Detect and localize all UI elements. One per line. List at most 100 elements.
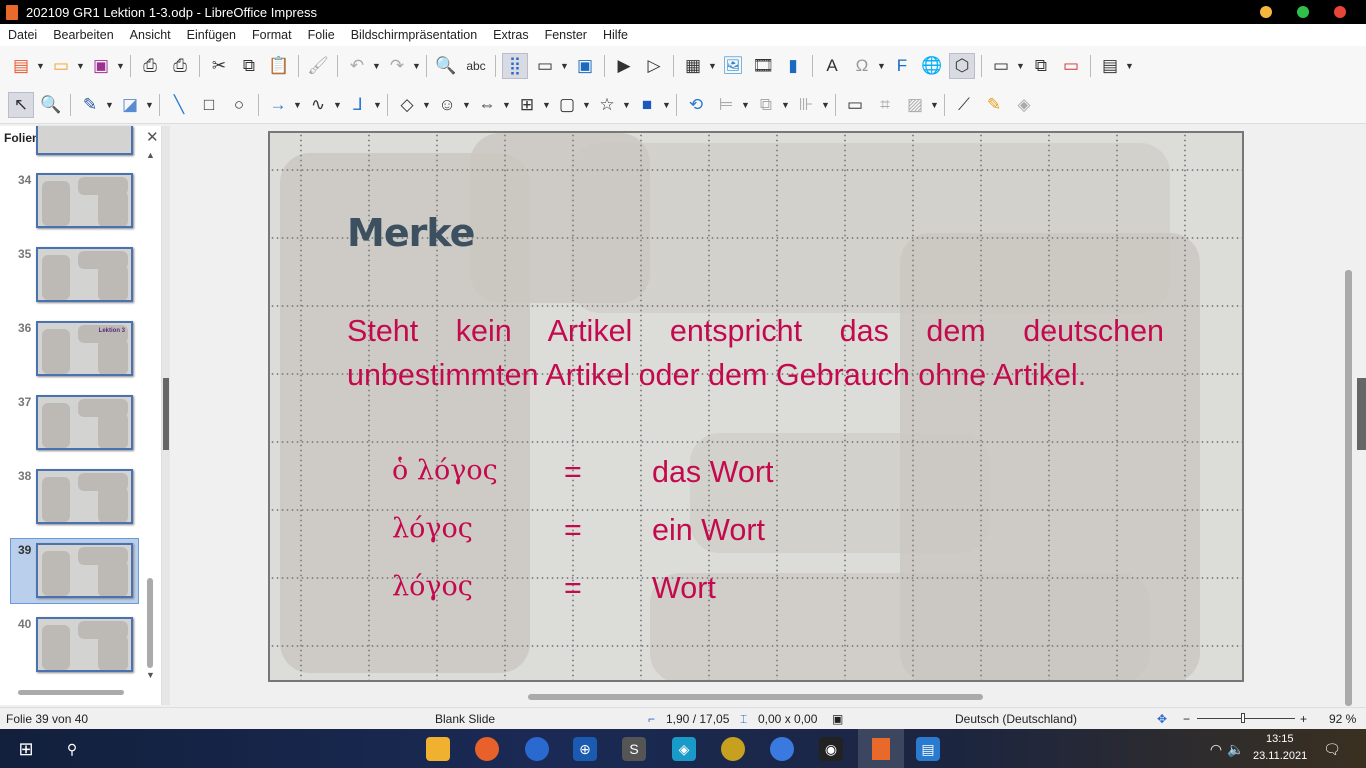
slide-thumbnail-34[interactable] <box>36 173 133 228</box>
menu-datei[interactable]: Datei <box>8 28 37 42</box>
export-pdf-icon[interactable]: ⎙ <box>137 53 163 79</box>
spelling-icon[interactable]: abc <box>463 53 489 79</box>
zoom-icon[interactable]: 🔍 <box>38 92 64 118</box>
slide-thumbnail-36[interactable]: Lektion 3 <box>36 321 133 376</box>
volume-icon[interactable]: 🔈 <box>1224 737 1248 761</box>
vertical-scrollbar[interactable] <box>1343 126 1355 706</box>
menu-einfuegen[interactable]: Einfügen <box>187 28 236 42</box>
slide-canvas[interactable]: Merke Steht kein Artikel entspricht das … <box>268 131 1244 682</box>
distribute-icon[interactable]: ⊪ <box>793 92 819 118</box>
star-icon[interactable]: ☆ <box>594 92 620 118</box>
zoom-level[interactable]: 92 % <box>1329 712 1356 726</box>
start-first-icon[interactable]: ▶ <box>611 53 637 79</box>
copy-icon[interactable]: ⧉ <box>236 53 262 79</box>
menu-fenster[interactable]: Fenster <box>545 28 587 42</box>
find-replace-icon[interactable]: 🔍 <box>433 53 459 79</box>
slide-thumbnail-38[interactable] <box>36 469 133 524</box>
bs-app-icon[interactable]: S <box>622 737 646 761</box>
file-explorer-icon[interactable] <box>426 737 450 761</box>
transform-icon[interactable]: ⟲ <box>683 92 709 118</box>
new-slide-icon[interactable]: ▭ <box>988 53 1014 79</box>
horizontal-scrollbar[interactable] <box>170 690 1343 704</box>
glue-icon[interactable]: ✎ <box>981 92 1007 118</box>
ellipse-icon[interactable]: ○ <box>226 92 252 118</box>
print-icon[interactable]: ⎙ <box>167 53 193 79</box>
grid-icon[interactable]: ⣿ <box>502 53 528 79</box>
slide-thumbnail-37[interactable] <box>36 395 133 450</box>
search-icon[interactable]: ⚲ <box>60 737 84 761</box>
app-icon[interactable]: ◈ <box>672 737 696 761</box>
textbox-icon[interactable]: A <box>819 53 845 79</box>
curve-icon[interactable]: ∿ <box>305 92 331 118</box>
firefox-icon[interactable] <box>475 737 499 761</box>
hyperlink-icon[interactable]: 🌐 <box>919 53 945 79</box>
menu-extras[interactable]: Extras <box>493 28 528 42</box>
menu-hilfe[interactable]: Hilfe <box>603 28 628 42</box>
double-arrow-icon[interactable]: ⇔ <box>474 92 500 118</box>
fontwork-icon[interactable]: F <box>889 53 915 79</box>
redo-icon[interactable]: ↷ <box>384 53 410 79</box>
maximize-button[interactable] <box>1297 6 1309 18</box>
master-slide-icon[interactable]: ▣ <box>572 53 598 79</box>
3d-icon[interactable]: ■ <box>634 92 660 118</box>
crop-icon[interactable]: ⌗ <box>872 92 898 118</box>
panel-splitter[interactable] <box>162 126 170 705</box>
clock-time[interactable]: 13:15 <box>1266 733 1294 745</box>
table-icon[interactable]: ▦ <box>680 53 706 79</box>
photos-icon[interactable] <box>721 737 745 761</box>
filter-icon[interactable]: ▨ <box>902 92 928 118</box>
menu-format[interactable]: Format <box>252 28 292 42</box>
close-button[interactable] <box>1334 6 1346 18</box>
document-modified-icon[interactable]: ▣ <box>832 712 843 726</box>
line-icon[interactable]: ╲ <box>166 92 192 118</box>
connector-icon[interactable]: ⅃ <box>345 92 371 118</box>
fill-color-icon[interactable]: ◪ <box>117 92 143 118</box>
impress-taskbar-button[interactable] <box>858 729 904 768</box>
3d-toggle-icon[interactable]: ◈ <box>1011 92 1037 118</box>
line-color-icon[interactable]: ✎ <box>77 92 103 118</box>
arrow-icon[interactable]: → <box>265 92 291 118</box>
cut-icon[interactable]: ✂ <box>206 53 232 79</box>
paste-icon[interactable]: 📋 <box>266 53 292 79</box>
start-icon[interactable]: ⊞ <box>14 737 38 761</box>
rectangle-icon[interactable]: □ <box>196 92 222 118</box>
slides-panel-scrollbar[interactable]: ▲ ▼ <box>145 150 155 685</box>
sidebar-grip[interactable] <box>1357 378 1366 450</box>
zoom-slider[interactable] <box>1197 713 1295 723</box>
menu-bearbeiten[interactable]: Bearbeiten <box>53 28 113 42</box>
callout-icon[interactable]: ▢ <box>554 92 580 118</box>
select-icon[interactable]: ↖ <box>8 91 34 118</box>
start-current-icon[interactable]: ▷ <box>641 53 667 79</box>
writer-icon[interactable]: ▤ <box>916 737 940 761</box>
magnifier-icon[interactable]: ⊕ <box>573 737 597 761</box>
clock-date[interactable]: 23.11.2021 <box>1253 750 1307 762</box>
slide-thumbnail-33[interactable] <box>36 126 133 155</box>
delete-slide-icon[interactable]: ▭ <box>1058 53 1084 79</box>
menu-bildschirmpraesentation[interactable]: Bildschirmpräsentation <box>351 28 477 42</box>
minimize-button[interactable] <box>1260 6 1272 18</box>
new-icon[interactable]: ▤ <box>8 53 34 79</box>
slide-thumbnail-39[interactable] <box>36 543 133 598</box>
thunderbird-icon[interactable] <box>525 737 549 761</box>
chart-icon[interactable]: ▮ <box>780 53 806 79</box>
points-icon[interactable]: ⟋ <box>951 92 977 118</box>
slide-thumbnail-35[interactable] <box>36 247 133 302</box>
media-icon[interactable]: 🎞 <box>750 53 776 79</box>
language[interactable]: Deutsch (Deutschland) <box>955 712 1077 726</box>
zoom-out-button[interactable]: − <box>1183 712 1190 726</box>
menu-folie[interactable]: Folie <box>308 28 335 42</box>
slide-body-text[interactable]: Steht kein Artikel entspricht das dem de… <box>347 309 1164 397</box>
special-char-icon[interactable]: Ω <box>849 53 875 79</box>
messenger-icon[interactable]: ◉ <box>819 737 843 761</box>
zoom-in-button[interactable]: + <box>1300 712 1307 726</box>
menu-ansicht[interactable]: Ansicht <box>130 28 171 42</box>
duplicate-slide-icon[interactable]: ⧉ <box>1028 53 1054 79</box>
shadow-icon[interactable]: ▭ <box>842 92 868 118</box>
undo-icon[interactable]: ↶ <box>344 53 370 79</box>
diamond-icon[interactable]: ◇ <box>394 92 420 118</box>
open-icon[interactable]: ▭ <box>48 53 74 79</box>
slide-title[interactable]: Merke <box>347 211 475 255</box>
close-panel-icon[interactable]: ✕ <box>146 128 159 146</box>
image-icon[interactable]: 🖼 <box>720 53 746 79</box>
slide-layout-icon[interactable]: ▤ <box>1097 53 1123 79</box>
